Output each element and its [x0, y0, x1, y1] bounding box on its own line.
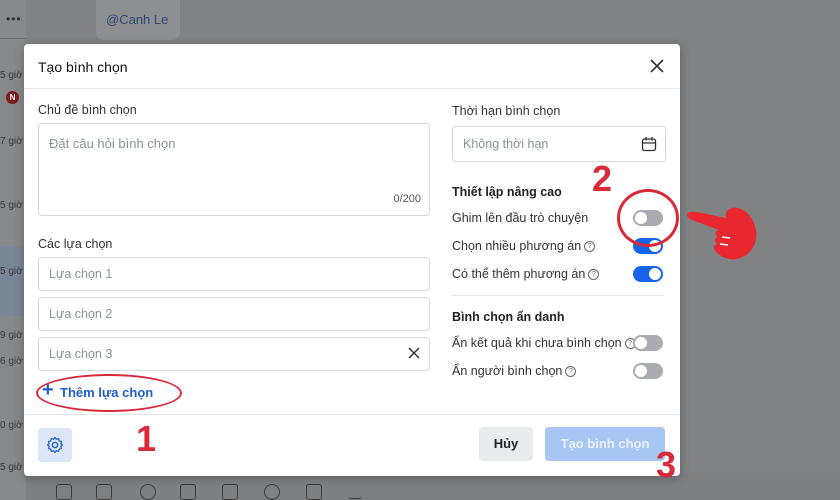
calendar-icon	[641, 137, 657, 152]
reminder-icon[interactable]	[264, 484, 280, 500]
annotation-circle	[617, 189, 679, 247]
cancel-button[interactable]: Hủy	[479, 427, 533, 461]
topic-placeholder: Đặt câu hỏi bình chọn	[49, 136, 176, 151]
option-input-1[interactable]: Lựa chọn 1	[38, 257, 430, 291]
help-icon[interactable]: ?	[565, 366, 577, 378]
pointing-hand-icon	[687, 207, 757, 260]
toggle-knob	[635, 365, 647, 377]
dialog-title: Tạo bình chọn	[38, 59, 128, 75]
deadline-placeholder: Không thời hạn	[463, 137, 549, 151]
conversation-time: 7 giờ	[0, 136, 23, 147]
conversation-time: 5 giờ	[0, 266, 23, 277]
hide-voters-row: Ẩn người bình chọn?	[452, 364, 577, 378]
add-options-toggle[interactable]	[633, 266, 663, 282]
options-label: Các lựa chọn	[38, 237, 113, 251]
deadline-label: Thời hạn bình chọn	[452, 104, 561, 118]
multiple-choice-row: Chọn nhiều phương án?	[452, 239, 596, 253]
dialog-footer: Hủy Tạo bình chọn	[24, 414, 680, 477]
conversation-time: 5 giờ	[0, 70, 23, 81]
section-divider	[452, 295, 664, 296]
option-placeholder: Lựa chọn 3	[49, 347, 113, 361]
toggle-knob	[635, 337, 647, 349]
selected-conversation[interactable]	[0, 246, 26, 316]
settings-button[interactable]	[38, 428, 72, 462]
gear-icon	[46, 436, 64, 454]
hide-voters-toggle[interactable]	[633, 363, 663, 379]
clear-option-icon[interactable]	[407, 346, 421, 360]
hide-results-row: Ẩn kết quả khi chưa bình chọn?	[452, 336, 636, 350]
todo-icon[interactable]	[306, 484, 322, 500]
topic-input[interactable]: Đặt câu hỏi bình chọn 0/200	[38, 123, 430, 216]
conversation-time: 9 giờ	[0, 330, 23, 341]
multiple-choice-label: Chọn nhiều phương án	[452, 239, 582, 253]
sticker-icon[interactable]	[56, 484, 72, 500]
add-options-row: Có thể thêm phương án?	[452, 267, 600, 281]
menu-dots-icon[interactable]: •••	[6, 12, 22, 26]
step-number-1: 1	[136, 418, 157, 459]
conversation-time: 5 giờ	[0, 462, 23, 473]
mention-chip: @Canh Le	[96, 0, 180, 40]
topic-label: Chủ đề bình chọn	[38, 103, 137, 117]
advanced-settings-label: Thiết lập nâng cao	[452, 185, 562, 199]
close-icon[interactable]	[648, 57, 666, 75]
image-icon[interactable]	[96, 484, 112, 500]
card-icon[interactable]	[222, 484, 238, 500]
hide-voters-label: Ẩn người bình chọn	[452, 364, 563, 378]
create-poll-button[interactable]: Tạo bình chọn	[545, 427, 665, 461]
avatar-badge: N	[6, 91, 19, 104]
conversation-time: 6 giờ	[0, 356, 23, 367]
help-icon[interactable]: ?	[584, 241, 596, 253]
conversation-time: 5 giờ	[0, 200, 23, 211]
dialog-header: Tạo bình chọn	[24, 44, 680, 89]
annotation-ellipse	[36, 374, 182, 412]
char-counter: 0/200	[393, 193, 421, 205]
option-input-3[interactable]: Lựa chọn 3	[38, 337, 430, 371]
anonymous-label: Bình chọn ẩn danh	[452, 310, 565, 324]
conversation-time: 0 giờ	[0, 420, 23, 431]
add-options-label: Có thể thêm phương án	[452, 267, 586, 281]
step-number-2: 2	[592, 158, 613, 199]
pin-to-top-label: Ghim lên đầu trò chuyện	[452, 211, 589, 225]
hide-results-label: Ẩn kết quả khi chưa bình chọn	[452, 336, 622, 350]
screenshot-icon[interactable]	[180, 484, 196, 500]
list-divider	[0, 38, 26, 39]
attach-icon[interactable]	[140, 484, 156, 500]
step-number-3: 3	[656, 444, 677, 485]
option-placeholder: Lựa chọn 1	[49, 267, 113, 281]
help-icon[interactable]: ?	[588, 269, 600, 281]
option-placeholder: Lựa chọn 2	[49, 307, 113, 321]
mention-text: @Canh Le	[106, 12, 169, 27]
hide-results-toggle[interactable]	[633, 335, 663, 351]
toggle-knob	[649, 268, 661, 280]
text-format-icon[interactable]	[348, 484, 362, 499]
option-input-2[interactable]: Lựa chọn 2	[38, 297, 430, 331]
deadline-picker[interactable]: Không thời hạn	[452, 126, 666, 162]
create-poll-dialog: Tạo bình chọn Chủ đề bình chọn Đặt câu h…	[24, 44, 680, 476]
